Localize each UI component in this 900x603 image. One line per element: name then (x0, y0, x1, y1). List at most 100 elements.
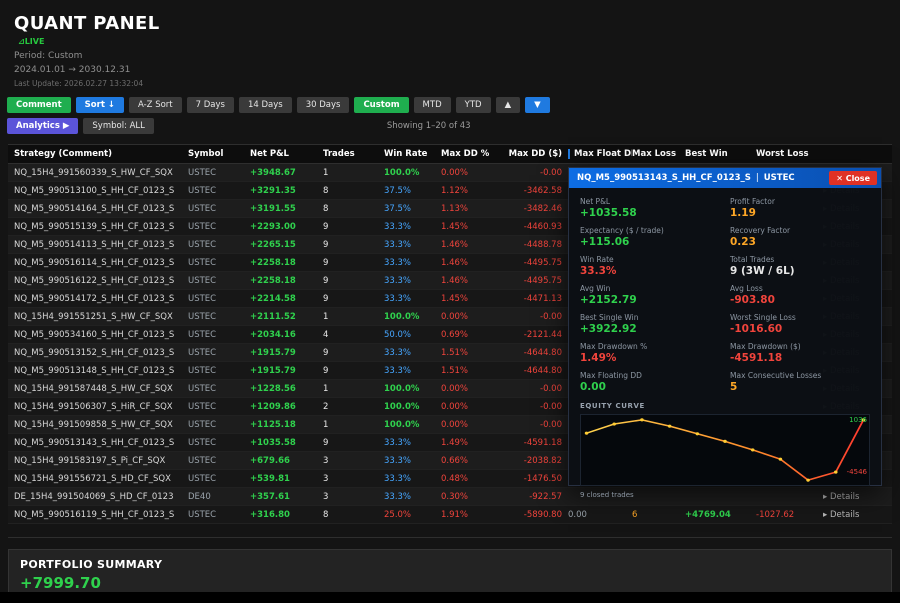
cell-winrate: 100.0% (384, 384, 441, 394)
cell-strategy: NQ_15H4_991506307_S_HiR_CF_SQX (14, 402, 188, 412)
cell-ddusd: -4495.75 (504, 258, 568, 268)
stat-value: 1.49% (580, 352, 720, 364)
cell-strategy: NQ_M5_990514113_S_HH_CF_0123_S (14, 240, 188, 250)
stat-value: 5 (730, 381, 870, 393)
cell-winrate: 33.3% (384, 438, 441, 448)
toolbar-row-2: Analytics ▶Symbol: ALL Showing 1–20 of 4… (0, 113, 900, 134)
cell-trades: 8 (323, 186, 384, 196)
cell-trades: 3 (323, 492, 384, 502)
equity-curve-svg (581, 415, 869, 485)
cell-ddpct: 1.13% (441, 204, 504, 214)
column-header-max-loss[interactable]: Max Loss (632, 149, 685, 159)
cell-strategy: NQ_M5_990513100_S_HH_CF_0123_S (14, 186, 188, 196)
cell-symbol: USTEC (188, 366, 250, 376)
cell-ddusd: -4460.93 (504, 222, 568, 232)
live-chart-icon: ⊿ (18, 37, 25, 46)
toolbar-button-btn[interactable]: ▲ (496, 97, 521, 113)
cell-ddusd: -922.57 (504, 492, 568, 502)
cell-strategy: NQ_15H4_991551251_S_HW_CF_SQX (14, 312, 188, 322)
cell-symbol: USTEC (188, 204, 250, 214)
cell-strategy: NQ_M5_990534160_S_HH_CF_0123_S (14, 330, 188, 340)
stat-total-trades: Total Trades9 (3W / 6L) (730, 255, 870, 277)
cell-ddusd: -0.00 (504, 384, 568, 394)
cell-ddpct: 1.45% (441, 294, 504, 304)
cell-winrate: 33.3% (384, 294, 441, 304)
toolbar-button-btn[interactable]: ▼ (525, 97, 550, 113)
column-header-max-float-dd[interactable]: Max Float DD (568, 149, 632, 159)
cell-ddpct: 0.69% (441, 330, 504, 340)
column-header-best-win[interactable]: Best Win (685, 149, 756, 159)
column-header-max-dd[interactable]: Max DD % (441, 149, 504, 159)
toolbar-button-14-days[interactable]: 14 Days (239, 97, 292, 113)
cell-winrate: 33.3% (384, 222, 441, 232)
cell-winrate: 100.0% (384, 312, 441, 322)
stat-value: 33.3% (580, 265, 720, 277)
cell-winrate: 37.5% (384, 204, 441, 214)
cell-symbol: USTEC (188, 438, 250, 448)
column-header-strategy-comment[interactable]: Strategy (Comment) (14, 149, 188, 159)
toolbar-button-custom[interactable]: Custom (354, 97, 408, 113)
cell-symbol: USTEC (188, 258, 250, 268)
stat-label: Recovery Factor (730, 226, 870, 235)
cell-winrate: 33.3% (384, 474, 441, 484)
stat-label: Win Rate (580, 255, 720, 264)
stat-label: Avg Loss (730, 284, 870, 293)
cell-trades: 9 (323, 276, 384, 286)
stat-label: Max Drawdown ($) (730, 342, 870, 351)
cell-pnl: +3291.35 (250, 186, 323, 196)
stat-value: -1016.60 (730, 323, 870, 335)
stat-value: 0.00 (580, 381, 720, 393)
stat-recovery-factor: Recovery Factor0.23 (730, 226, 870, 248)
cell-winrate: 100.0% (384, 168, 441, 178)
page-title: QUANT PANEL (14, 13, 900, 34)
cell-ddpct: 1.51% (441, 366, 504, 376)
stat-value: 1.19 (730, 207, 870, 219)
toolbar-button-a-z-sort[interactable]: A-Z Sort (129, 97, 182, 113)
cell-ddusd: -4471.13 (504, 294, 568, 304)
cell-ddpct: 1.46% (441, 240, 504, 250)
cell-trades: 1 (323, 420, 384, 430)
cell-ddusd: -4644.80 (504, 348, 568, 358)
cell-symbol: USTEC (188, 348, 250, 358)
cell-strategy: NQ_M5_990514164_S_HH_CF_0123_S (14, 204, 188, 214)
toolbar-button-sort[interactable]: Sort ↓ (76, 97, 124, 113)
toolbar-button-ytd[interactable]: YTD (456, 97, 491, 113)
popup-symbol: USTEC (764, 173, 795, 183)
cell-ddpct: 0.00% (441, 168, 504, 178)
toolbar-button-analytics[interactable]: Analytics ▶ (7, 118, 78, 134)
cell-winrate: 33.3% (384, 276, 441, 286)
cell-ddpct: 0.00% (441, 312, 504, 322)
quant-panel-app: QUANT PANEL ⊿LIVE Period: Custom 2024.01… (0, 0, 900, 603)
column-header-win-rate[interactable]: Win Rate (384, 149, 441, 159)
stat-win-rate: Win Rate33.3% (580, 255, 720, 277)
cell-trades: 8 (323, 510, 384, 520)
column-header-trades[interactable]: Trades (323, 149, 384, 159)
column-header-net-p-l[interactable]: Net P&L (250, 149, 323, 159)
column-header-symbol[interactable]: Symbol (188, 149, 250, 159)
toolbar-button-symbol-all[interactable]: Symbol: ALL (83, 118, 154, 134)
cell-ddpct: 1.46% (441, 258, 504, 268)
column-header-max-dd[interactable]: Max DD ($) (504, 149, 568, 159)
header: QUANT PANEL ⊿LIVE Period: Custom 2024.01… (0, 0, 900, 88)
cell-strategy: DE_15H4_991504069_S_HD_CF_0123 (14, 492, 188, 502)
cell-symbol: USTEC (188, 402, 250, 412)
section-divider (8, 537, 892, 538)
cell-strategy: NQ_15H4_991583197_S_Pi_CF_SQX (14, 456, 188, 466)
toolbar-button-30-days[interactable]: 30 Days (297, 97, 350, 113)
column-header-worst-loss[interactable]: Worst Loss (756, 149, 823, 159)
popup-title-bar[interactable]: NQ_M5_990513143_S_HH_CF_0123_S | USTEC ✕… (569, 168, 881, 188)
toolbar-button-comment[interactable]: Comment (7, 97, 71, 113)
cell-trades: 9 (323, 294, 384, 304)
cell-worstloss: -1027.62 (756, 510, 823, 520)
toolbar-button-mtd[interactable]: MTD (414, 97, 451, 113)
toolbar-button-7-days[interactable]: 7 Days (187, 97, 234, 113)
cell-symbol: USTEC (188, 276, 250, 286)
close-button[interactable]: ✕ Close (829, 171, 877, 185)
cell-symbol: USTEC (188, 240, 250, 250)
cell-trades: 3 (323, 456, 384, 466)
cell-winrate: 37.5% (384, 186, 441, 196)
table-row[interactable]: NQ_M5_990516119_S_HH_CF_0123_SUSTEC+316.… (8, 506, 892, 524)
details-link[interactable]: ▸ Details (823, 510, 881, 520)
stat-worst-single-loss: Worst Single Loss-1016.60 (730, 313, 870, 335)
stat-value: 9 (3W / 6L) (730, 265, 870, 277)
